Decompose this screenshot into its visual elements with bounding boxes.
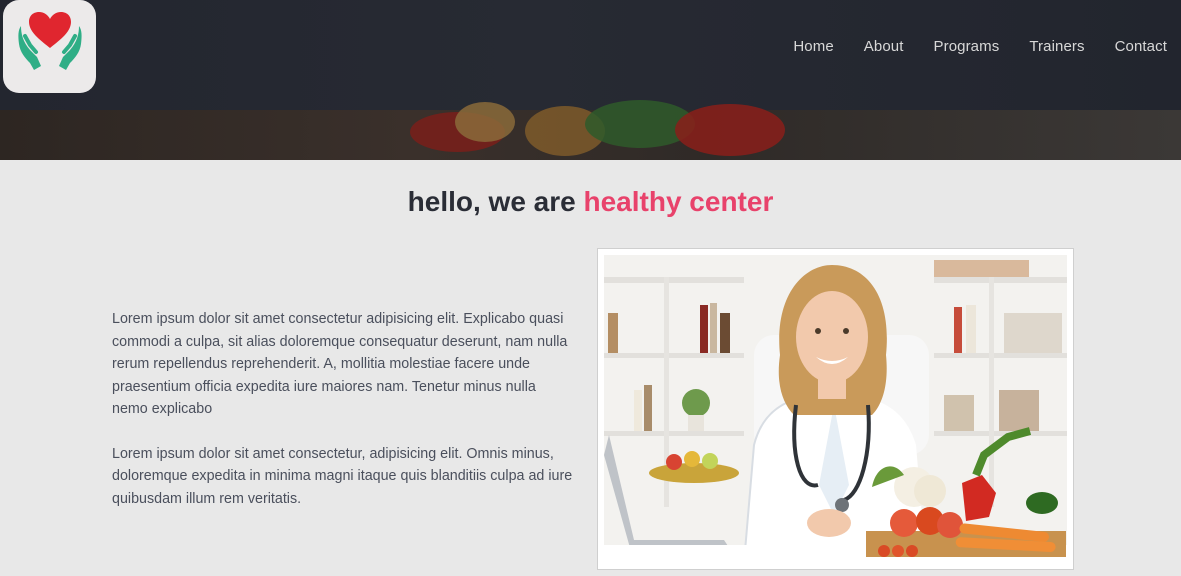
nav-home[interactable]: Home — [793, 38, 833, 55]
header: Home About Programs Trainers Contact — [0, 0, 1181, 160]
doctor-photo-frame — [597, 248, 1074, 570]
section-heading: hello, we are healthy center — [0, 186, 1181, 218]
heading-accent: healthy center — [583, 186, 774, 217]
heading-text: hello, we are — [407, 186, 584, 217]
page: Home About Programs Trainers Contact hel… — [0, 0, 1181, 576]
logo[interactable] — [3, 0, 96, 93]
hero-banner-strip — [0, 100, 1181, 160]
nav-about[interactable]: About — [864, 38, 904, 55]
about-paragraph-2: Lorem ipsum dolor sit amet consectetur, … — [112, 445, 573, 507]
navbar — [0, 0, 1181, 110]
main-nav: Home About Programs Trainers Contact — [793, 38, 1167, 55]
about-paragraph-1: Lorem ipsum dolor sit amet consectetur a… — [112, 311, 568, 417]
heart-in-hands-icon — [18, 12, 82, 70]
doctor-illustration — [604, 255, 1067, 563]
nav-contact[interactable]: Contact — [1115, 38, 1167, 55]
nav-programs[interactable]: Programs — [934, 38, 1000, 55]
about-text: Lorem ipsum dolor sit amet consectetur a… — [112, 308, 574, 510]
nav-trainers[interactable]: Trainers — [1029, 38, 1084, 55]
doctor-photo — [604, 255, 1067, 563]
